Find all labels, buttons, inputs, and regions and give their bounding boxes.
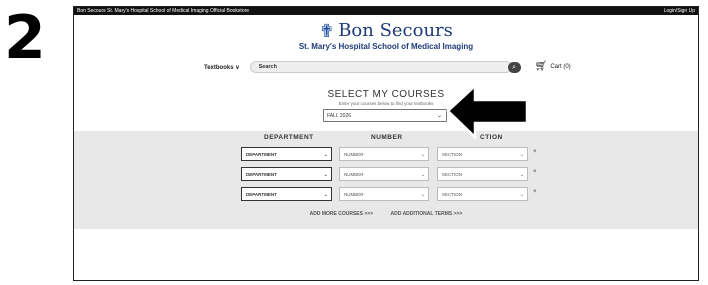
chevron-down-icon: ⌄ bbox=[323, 152, 328, 158]
arrow-left-icon bbox=[446, 83, 529, 140]
add-additional-terms-link[interactable]: ADD ADDITIONAL TERMS >>> bbox=[391, 211, 463, 217]
number-select[interactable]: NUMBER ⌄ bbox=[339, 187, 429, 201]
logo-subtitle: St. Mary's Hospital School of Medical Im… bbox=[298, 42, 474, 51]
chevron-down-icon: ⌄ bbox=[420, 192, 425, 198]
step-number: 2 bbox=[4, 3, 46, 73]
page-subtitle: Enter your courses below to find your te… bbox=[338, 101, 434, 106]
section-select[interactable]: SECTION ⌄ bbox=[437, 147, 528, 161]
page-title: SELECT MY COURSES bbox=[327, 89, 445, 100]
department-select[interactable]: DEPARTMENT ⌄ bbox=[241, 167, 332, 181]
remove-row-button[interactable]: × bbox=[533, 189, 537, 195]
department-column-header: DEPARTMENT bbox=[264, 134, 314, 141]
number-value: NUMBER bbox=[344, 152, 364, 157]
top-bar: Bon Secours St. Mary's Hospital School o… bbox=[74, 7, 698, 15]
chevron-down-icon: ⌄ bbox=[436, 113, 442, 119]
term-value: FALL 2026 bbox=[327, 113, 352, 119]
chevron-down-icon: ⌄ bbox=[323, 192, 328, 198]
nav-bar: Textbooks ∨ Search ⌕ 🛒︎ Cart (0) bbox=[204, 61, 638, 73]
remove-row-button[interactable]: × bbox=[533, 169, 537, 175]
chevron-down-icon: ⌄ bbox=[519, 152, 524, 158]
number-column-header: NUMBER bbox=[371, 134, 403, 141]
department-value: DEPARTMENT bbox=[246, 192, 277, 197]
login-link[interactable]: Login/Sign Up bbox=[664, 7, 695, 15]
department-select[interactable]: DEPARTMENT ⌄ bbox=[241, 147, 332, 161]
number-value: NUMBER bbox=[344, 172, 364, 177]
search-icon[interactable]: ⌕ bbox=[507, 61, 521, 73]
remove-row-button[interactable]: × bbox=[533, 149, 537, 155]
add-more-courses-link[interactable]: ADD MORE COURSES >>> bbox=[310, 211, 374, 217]
section-value: SECTION bbox=[442, 152, 463, 157]
chevron-down-icon: ⌄ bbox=[420, 152, 425, 158]
number-value: NUMBER bbox=[344, 192, 364, 197]
site-title: Bon Secours St. Mary's Hospital School o… bbox=[77, 8, 250, 14]
cart-link[interactable]: 🛒︎ Cart (0) bbox=[535, 62, 571, 72]
section-value: SECTION bbox=[442, 192, 463, 197]
department-select[interactable]: DEPARTMENT ⌄ bbox=[241, 187, 332, 201]
department-value: DEPARTMENT bbox=[246, 152, 277, 157]
cross-logo-icon: ✟ bbox=[319, 21, 335, 41]
chevron-down-icon: ⌄ bbox=[420, 172, 425, 178]
section-select[interactable]: SECTION ⌄ bbox=[437, 187, 528, 201]
department-value: DEPARTMENT bbox=[246, 172, 277, 177]
section-select[interactable]: SECTION ⌄ bbox=[437, 167, 528, 181]
logo[interactable]: ✟ Bon Secours St. Mary's Hospital School… bbox=[74, 20, 698, 52]
browser-frame: Bon Secours St. Mary's Hospital School o… bbox=[73, 6, 699, 281]
number-select[interactable]: NUMBER ⌄ bbox=[339, 167, 429, 181]
cart-label: Cart (0) bbox=[550, 64, 571, 70]
search-input[interactable]: Search bbox=[249, 61, 512, 73]
logo-name: Bon Secours bbox=[338, 20, 453, 41]
chevron-down-icon: ⌄ bbox=[519, 192, 524, 198]
number-select[interactable]: NUMBER ⌄ bbox=[339, 147, 429, 161]
term-select[interactable]: FALL 2026 ⌄ bbox=[323, 109, 447, 122]
textbooks-menu[interactable]: Textbooks ∨ bbox=[204, 64, 240, 71]
chevron-down-icon: ⌄ bbox=[323, 172, 328, 178]
cart-icon: 🛒︎ bbox=[534, 61, 548, 72]
course-links: ADD MORE COURSES >>> ADD ADDITIONAL TERM… bbox=[74, 211, 698, 217]
chevron-down-icon: ⌄ bbox=[519, 172, 524, 178]
section-value: SECTION bbox=[442, 172, 463, 177]
